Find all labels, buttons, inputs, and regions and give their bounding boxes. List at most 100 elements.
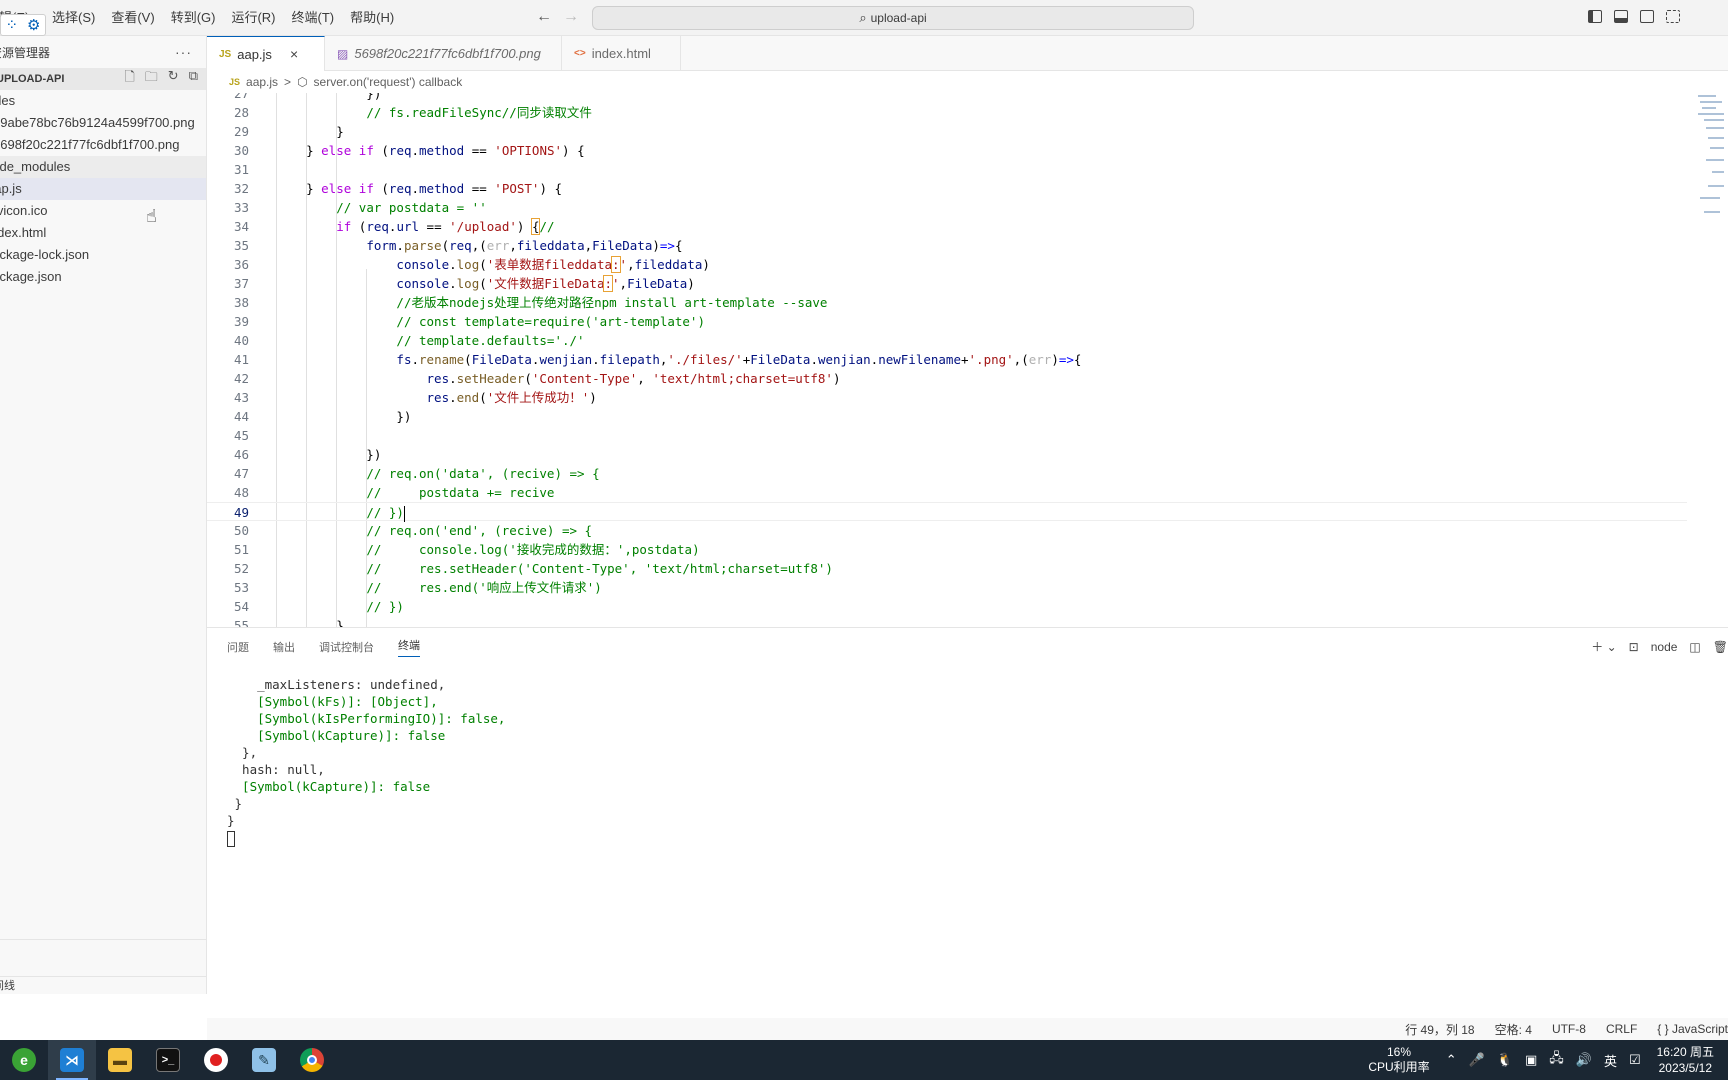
tab-label: index.html [591,46,651,61]
menu-selection[interactable]: 选择(S) [44,0,103,36]
toggle-secondary-sidebar-icon[interactable] [1640,10,1654,23]
new-terminal-icon[interactable]: ＋ ⌄ [1591,638,1616,655]
floating-debug-toolbar[interactable]: ⁘ ⚙ [0,14,46,36]
back-arrow-icon[interactable]: ← [536,8,552,26]
menu-run[interactable]: 运行(R) [223,0,283,36]
tree-item-node-modules[interactable]: node_modules [0,156,206,178]
toggle-panel-icon[interactable] [1614,10,1628,23]
line-number: 34 [233,219,249,234]
terminal-name[interactable]: node [1651,640,1678,654]
tab-output[interactable]: 输出 [273,639,295,655]
command-center[interactable]: ⌕ upload-api [592,6,1194,30]
forward-arrow-icon[interactable]: → [563,8,579,26]
customize-layout-icon[interactable] [1666,10,1680,23]
line-number: 32 [233,181,249,196]
js-file-icon: JS [229,77,241,87]
tree-item-png-2[interactable]: 5698f20c221f77fc6dbf1f700.png [0,134,206,156]
clock-date: 2023/5/12 [1658,1061,1712,1075]
more-actions-icon[interactable]: ··· [175,44,192,60]
tree-item-index-html[interactable]: index.html [0,222,206,244]
toggle-sidebar-icon[interactable] [1588,10,1602,23]
line-number: 27 [233,93,249,101]
tree-item-package-json[interactable]: package.json [0,266,206,288]
close-icon[interactable]: × [290,46,298,62]
collapse-all-icon[interactable]: ⧉ [189,68,198,90]
terminal-line: } [227,813,235,828]
microphone-icon[interactable]: 🎤 [1469,1052,1485,1068]
taskbar-chrome[interactable] [288,1040,336,1080]
line-number: 47 [233,466,249,481]
code-line: 36 console.log('表单数据fileddata:',fileddat… [207,255,1687,274]
code-text: res.setHeader('Content-Type', 'text/html… [426,371,841,386]
outline-section[interactable] [0,939,207,975]
taskbar-file-explorer[interactable]: ▬ [96,1040,144,1080]
volume-icon[interactable]: 🔊 [1576,1052,1592,1068]
taskbar-recorder[interactable] [192,1040,240,1080]
tab-debug-console[interactable]: 调试控制台 [319,639,374,655]
timeline-section[interactable]: 时间线 [0,976,207,998]
tab-index-html[interactable]: <> index.html [562,36,681,71]
menu-go[interactable]: 转到(G) [163,0,224,36]
trash-icon[interactable]: 🗑 [1713,640,1728,654]
new-folder-icon[interactable]: 🗀 [145,68,158,90]
code-line: 45 [207,426,1687,445]
terminal-output[interactable]: _maxListeners: undefined, [Symbol(kFs)]:… [227,676,505,847]
notification-icon[interactable]: ☑ [1629,1052,1641,1068]
taskbar-360-browser[interactable]: e [0,1040,48,1080]
status-encoding[interactable]: UTF-8 [1552,1022,1586,1036]
refresh-icon[interactable]: ↻ [168,68,179,90]
sidebar-header: 资源管理器 ··· [0,36,206,68]
code-line: 44 }) [207,407,1687,426]
tab-terminal[interactable]: 终端 [398,637,420,657]
line-number: 40 [233,333,249,348]
code-line: 35 form.parse(req,(err,fileddata,FileDat… [207,236,1687,255]
clock[interactable]: 16:20 周五 2023/5/12 [1657,1044,1714,1076]
taskbar-notepad[interactable]: ✎ [240,1040,288,1080]
tree-item-png-1[interactable]: 19abe78bc76b9124a4599f700.png [0,112,206,134]
folder-header[interactable]: UPLOAD-API 🗋 🗀 ↻ ⧉ [0,68,206,90]
status-indentation[interactable]: 空格: 4 [1495,1021,1532,1038]
status-eol[interactable]: CRLF [1606,1022,1637,1036]
tree-item-package-lock[interactable]: package-lock.json [0,244,206,266]
network-icon[interactable]: 🖧 [1549,1049,1564,1071]
code-line: 50 // req.on('end', (recive) => { [207,521,1687,540]
code-editor[interactable]: 27 }) 28 // fs.readFileSync//同步读取文件 29 }… [207,93,1728,627]
tab-png-preview[interactable]: ▨ 5698f20c221f77fc6dbf1f700.png [325,36,562,71]
split-terminal-icon[interactable]: ◫ [1689,640,1700,654]
screenshot-icon[interactable]: ▣ [1525,1052,1537,1068]
tree-item-favicon[interactable]: favicon.ico [0,200,206,222]
taskbar-terminal[interactable]: >_ [144,1040,192,1080]
folder-name: UPLOAD-API [0,73,65,85]
qq-icon[interactable]: 🐧 [1497,1052,1513,1068]
taskbar-vscode[interactable]: ⋊ [48,1040,96,1080]
ime-indicator[interactable]: 英 [1604,1051,1617,1070]
tab-aap-js[interactable]: JS aap.js × [207,36,325,71]
breadcrumb-symbol[interactable]: server.on('request') callback [314,75,463,89]
code-line: 40 // template.defaults='./' [207,331,1687,350]
menu-terminal[interactable]: 终端(T) [284,0,343,36]
line-number: 38 [233,295,249,310]
menu-help[interactable]: 帮助(H) [342,0,402,36]
html-file-icon: <> [574,48,586,59]
chevron-up-icon[interactable]: ⌃ [1446,1052,1457,1068]
minimap[interactable] [1696,93,1726,223]
status-cursor-position[interactable]: 行 49，列 18 [1405,1021,1474,1038]
run-icon[interactable]: ⁘ [5,16,18,34]
code-line: 34 if (req.url == '/upload') {// [207,217,1687,236]
line-number: 37 [233,276,249,291]
new-file-icon[interactable]: 🗋 [124,68,134,90]
cpu-usage[interactable]: 16% CPU利用率 [1368,1045,1429,1075]
terminal-cursor [227,830,235,847]
symbol-icon: ⬡ [297,75,308,89]
breadcrumb-file[interactable]: aap.js [246,75,278,89]
search-icon: ⌕ [859,10,867,25]
code-text: } else if (req.method == 'POST') { [276,181,563,196]
gear-icon[interactable]: ⚙ [27,16,40,34]
tree-item-aap-js[interactable]: aap.js [0,178,206,200]
menu-view[interactable]: 查看(V) [103,0,162,36]
panel-actions: ＋ ⌄ ⊡ node ◫ 🗑 [1591,638,1728,655]
tab-problems[interactable]: 问题 [227,639,249,655]
tree-item-files[interactable]: files [0,90,206,112]
status-language[interactable]: { } JavaScript [1657,1022,1728,1036]
tab-label: aap.js [237,46,272,62]
